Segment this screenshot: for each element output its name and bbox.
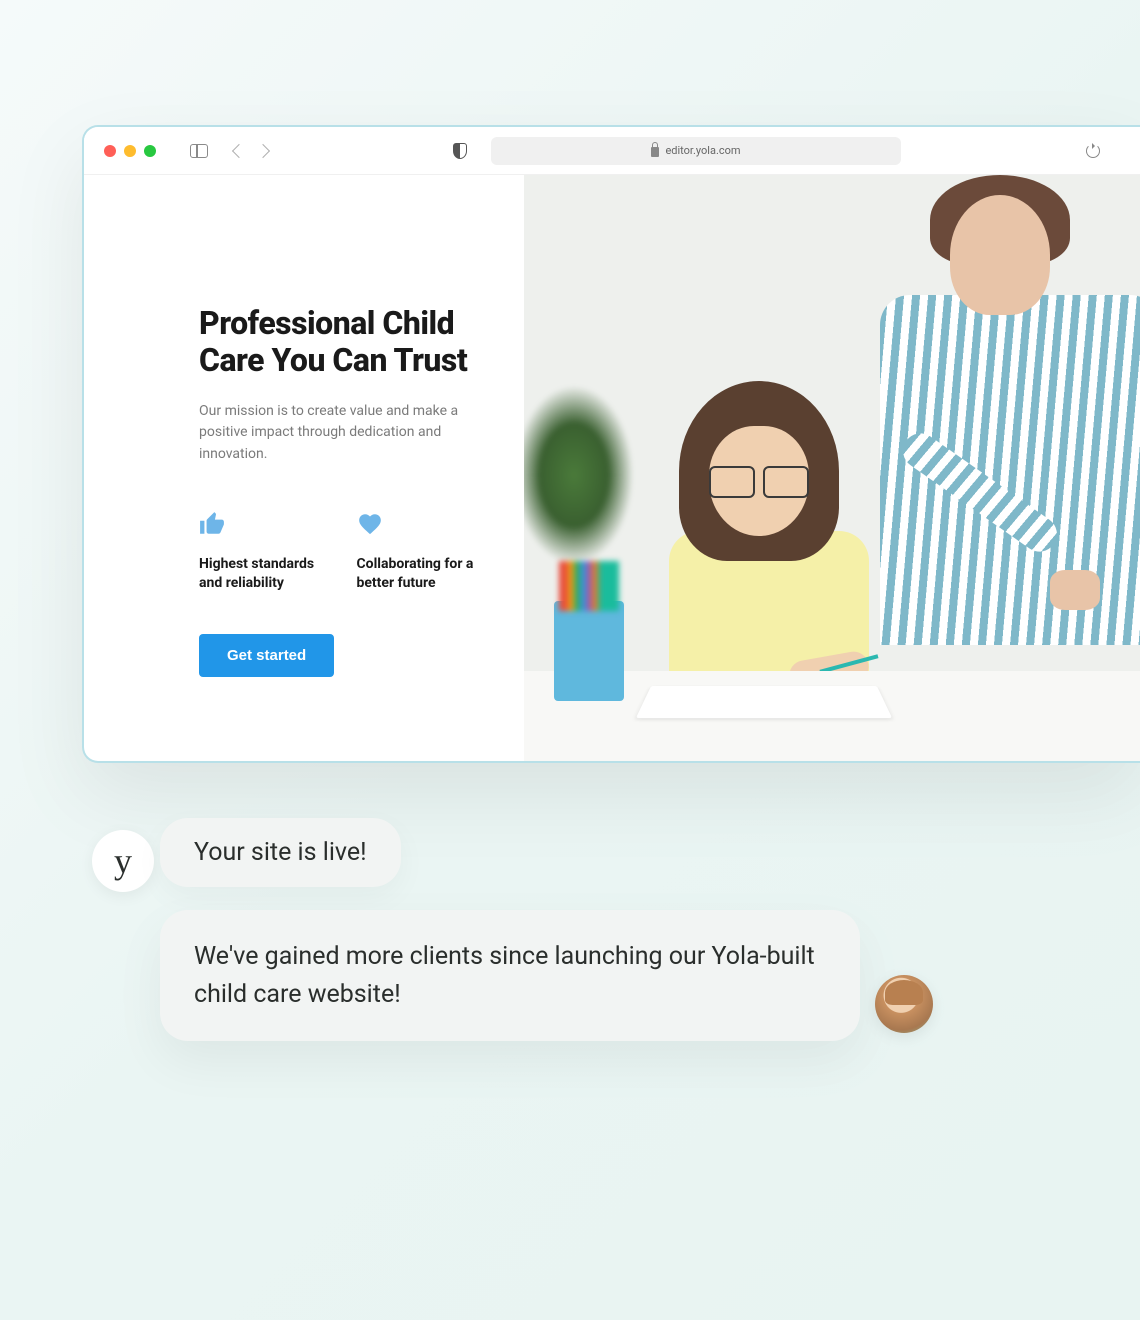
url-text: editor.yola.com (665, 144, 740, 157)
chat-text: Your site is live! (194, 838, 367, 867)
feature-item: Collaborating for a better future (357, 511, 485, 594)
page-content: Professional Child Care You Can Trust Ou… (84, 175, 1140, 761)
lock-icon (651, 147, 659, 157)
maximize-window-icon[interactable] (144, 145, 156, 157)
chat-message-user: We've gained more clients since launchin… (160, 910, 860, 1041)
heart-icon (357, 511, 485, 537)
get-started-button[interactable]: Get started (199, 634, 334, 677)
user-avatar (875, 975, 933, 1033)
thumb-up-icon (199, 511, 327, 537)
page-title: Professional Child Care You Can Trust (199, 305, 484, 379)
feature-text: Collaborating for a better future (357, 555, 485, 594)
nav-back-icon[interactable] (232, 143, 246, 157)
nav-forward-icon[interactable] (256, 143, 270, 157)
avatar-letter: y (114, 840, 132, 882)
chat-message-system: Your site is live! (160, 818, 401, 887)
traffic-lights (104, 145, 156, 157)
browser-window: editor.yola.com Professional Child Care … (82, 125, 1140, 763)
address-bar[interactable]: editor.yola.com (491, 137, 901, 165)
yola-avatar: y (92, 830, 154, 892)
hero-image (524, 175, 1140, 761)
browser-chrome: editor.yola.com (84, 127, 1140, 175)
refresh-icon[interactable] (1086, 144, 1100, 158)
sidebar-toggle-icon[interactable] (190, 144, 208, 158)
page-mission: Our mission is to create value and make … (199, 401, 484, 466)
chat-text: We've gained more clients since launchin… (194, 942, 815, 1009)
feature-text: Highest standards and reliability (199, 555, 327, 594)
features-row: Highest standards and reliability Collab… (199, 511, 484, 594)
close-window-icon[interactable] (104, 145, 116, 157)
feature-item: Highest standards and reliability (199, 511, 327, 594)
privacy-shield-icon[interactable] (453, 143, 467, 159)
hero-text-column: Professional Child Care You Can Trust Ou… (84, 175, 524, 761)
hero-image-column (524, 175, 1140, 761)
minimize-window-icon[interactable] (124, 145, 136, 157)
